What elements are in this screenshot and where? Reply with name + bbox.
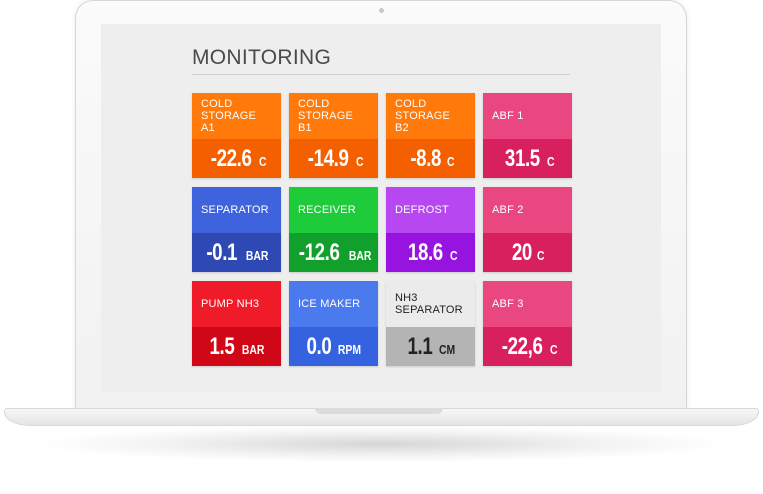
tile-value: -12.6 xyxy=(298,238,340,266)
tile-label: NH3 SEPARATOR xyxy=(386,281,475,327)
laptop-shadow xyxy=(40,426,723,462)
tile-abf-1[interactable]: ABF 1 31.5 C xyxy=(483,93,572,178)
tile-unit: RPM xyxy=(338,342,362,357)
tile-cold-storage-b1[interactable]: COLD STORAGE B1 -14.9 C xyxy=(289,93,378,178)
tile-separator[interactable]: SEPARATOR -0.1 BAR xyxy=(192,187,281,272)
tile-defrost[interactable]: DEFROST 18.6 C xyxy=(386,187,475,272)
tile-label: COLD STORAGE B2 xyxy=(386,93,475,139)
tile-unit: C xyxy=(537,248,545,263)
tile-label: ABF 3 xyxy=(483,281,572,327)
tile-value: 18.6 xyxy=(407,238,443,266)
tile-reading: -8.8 C xyxy=(386,139,475,178)
tile-label: DEFROST xyxy=(386,187,475,233)
tile-cold-storage-a1[interactable]: COLD STORAGE A1 -22.6 C xyxy=(192,93,281,178)
tile-pump-nh3[interactable]: PUMP NH3 1.5 BAR xyxy=(192,281,281,366)
tile-value: -22,6 xyxy=(501,332,543,360)
tile-unit: C xyxy=(446,154,455,169)
tile-reading: -22.6 C xyxy=(192,139,281,178)
tile-reading: -14.9 C xyxy=(289,139,378,178)
tile-reading: -0.1 BAR xyxy=(192,233,281,272)
tile-value: 1.5 xyxy=(209,332,235,360)
tile-unit: C xyxy=(546,154,555,169)
tile-ice-maker[interactable]: ICE MAKER 0.0 RPM xyxy=(289,281,378,366)
tile-nh3-separator[interactable]: NH3 SEPARATOR 1.1 CM xyxy=(386,281,475,366)
tile-unit: C xyxy=(550,342,558,357)
tile-label: ABF 2 xyxy=(483,187,572,233)
camera-dot xyxy=(379,8,384,13)
tile-unit: BAR xyxy=(348,248,372,263)
tile-value: -22.6 xyxy=(210,144,252,172)
tile-label: PUMP NH3 xyxy=(192,281,281,327)
tile-value: 1.1 xyxy=(407,332,433,360)
title-divider xyxy=(192,74,570,75)
tile-reading: 20 C xyxy=(483,233,572,272)
tile-label: COLD STORAGE B1 xyxy=(289,93,378,139)
tile-abf-2[interactable]: ABF 2 20 C xyxy=(483,187,572,272)
tile-label: ABF 1 xyxy=(483,93,572,139)
tile-reading: -22,6 C xyxy=(483,327,572,366)
tile-unit: BAR xyxy=(245,248,268,263)
tile-unit: BAR xyxy=(241,342,265,357)
tile-unit: CM xyxy=(438,342,456,357)
tile-value: -0.1 xyxy=(206,238,238,266)
tile-label: COLD STORAGE A1 xyxy=(192,93,281,139)
tile-reading: 1.5 BAR xyxy=(192,327,281,366)
tile-label: ICE MAKER xyxy=(289,281,378,327)
tile-reading: 31.5 C xyxy=(483,139,572,178)
tile-receiver[interactable]: RECEIVER -12.6 BAR xyxy=(289,187,378,272)
tile-unit: C xyxy=(449,248,458,263)
tile-cold-storage-b2[interactable]: COLD STORAGE B2 -8.8 C xyxy=(386,93,475,178)
tile-abf-3[interactable]: ABF 3 -22,6 C xyxy=(483,281,572,366)
tile-value: 31.5 xyxy=(504,144,540,172)
tile-reading: 0.0 RPM xyxy=(289,327,378,366)
page-title: MONITORING xyxy=(192,46,332,69)
tile-label: RECEIVER xyxy=(289,187,378,233)
tile-unit: C xyxy=(259,154,267,169)
laptop-notch xyxy=(315,408,443,414)
tile-reading: 1.1 CM xyxy=(386,327,475,366)
tile-value: 20 xyxy=(512,238,533,266)
tile-unit: C xyxy=(356,154,364,169)
tile-value: -14.9 xyxy=(307,144,349,172)
tile-value: -8.8 xyxy=(409,144,441,172)
tile-value: 0.0 xyxy=(306,332,331,360)
tile-label: SEPARATOR xyxy=(192,187,281,233)
laptop-screen: MONITORING COLD STORAGE A1 -22.6 C COLD STO… xyxy=(101,24,661,392)
tile-reading: 18.6 C xyxy=(386,233,475,272)
tile-reading: -12.6 BAR xyxy=(289,233,378,272)
monitoring-grid: COLD STORAGE A1 -22.6 C COLD STORAGE B1 -14.… xyxy=(192,93,572,366)
